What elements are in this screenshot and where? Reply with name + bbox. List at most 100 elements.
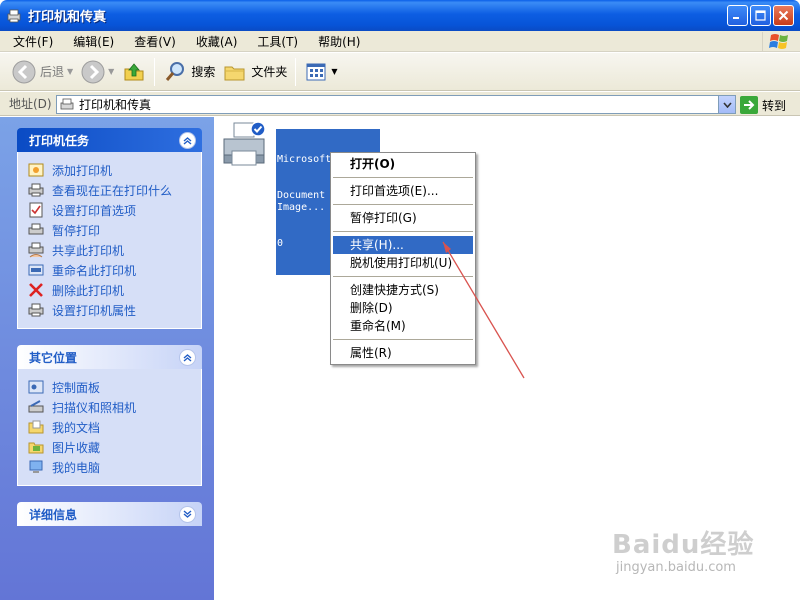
search-icon	[166, 61, 185, 81]
close-button[interactable]	[773, 5, 794, 26]
menu-delete[interactable]: 删除(D)	[331, 299, 475, 317]
scanner-icon	[28, 399, 44, 415]
control-panel-icon	[28, 379, 44, 395]
search-button[interactable]: 搜索	[159, 56, 219, 88]
chevron-up-icon	[183, 353, 192, 362]
menu-tools[interactable]: 工具(T)	[244, 33, 305, 50]
folders-button[interactable]: 文件夹	[219, 56, 291, 88]
place-scanners[interactable]: 扫描仪和照相机	[28, 397, 193, 417]
address-dropdown-button[interactable]	[718, 96, 735, 113]
task-pause[interactable]: 暂停打印	[28, 220, 193, 240]
pause-printer-icon	[28, 222, 44, 238]
properties-icon	[28, 302, 44, 318]
task-label: 控制面板	[52, 380, 101, 395]
menu-bar: 文件(F) 编辑(E) 查看(V) 收藏(A) 工具(T) 帮助(H)	[0, 31, 800, 52]
other-places-title: 其它位置	[29, 350, 78, 365]
task-properties[interactable]: 设置打印机属性	[28, 300, 193, 320]
task-label: 我的电脑	[52, 460, 101, 475]
task-label: 删除此打印机	[52, 283, 125, 298]
my-documents-icon	[28, 419, 44, 435]
menu-share[interactable]: 共享(H)...	[333, 236, 473, 254]
folder-icon	[224, 66, 245, 80]
baidu-watermark: Baidu经验 jingyan.baidu.com	[612, 520, 792, 582]
expand-button[interactable]	[179, 505, 196, 523]
place-my-computer[interactable]: 我的电脑	[28, 457, 193, 477]
menu-favorites[interactable]: 收藏(A)	[183, 33, 245, 50]
task-view-queue[interactable]: 查看现在正在打印什么	[28, 180, 193, 200]
printer-icon	[223, 121, 266, 166]
minimize-button[interactable]	[727, 5, 748, 26]
title-bar: 打印机和传真	[0, 0, 800, 31]
chevron-down-icon	[722, 101, 732, 108]
menu-file[interactable]: 文件(F)	[0, 33, 60, 50]
rename-icon	[28, 262, 44, 278]
collapse-button[interactable]	[179, 348, 196, 366]
menu-rename[interactable]: 重命名(M)	[331, 317, 475, 335]
back-button[interactable]: 后退 ▼	[8, 56, 77, 88]
task-add-printer[interactable]: 添加打印机	[28, 160, 193, 180]
printer-tasks-list: 添加打印机 查看现在正在打印什么 设置打印首选项 暂停打印 共享此打印机 重命名…	[17, 152, 202, 329]
up-folder-icon	[124, 62, 144, 80]
maximize-button[interactable]	[750, 5, 771, 26]
task-preferences[interactable]: 设置打印首选项	[28, 200, 193, 220]
maximize-icon	[755, 10, 766, 21]
collapse-button[interactable]	[179, 131, 196, 149]
address-bar: 地址(D) 打印机和传真 转到	[0, 92, 800, 116]
close-icon	[778, 10, 789, 21]
forward-arrow-icon	[81, 60, 105, 83]
minimize-icon	[733, 17, 739, 19]
toolbar-separator	[295, 57, 297, 86]
address-input[interactable]: 打印机和传真	[56, 95, 736, 114]
share-printer-icon	[28, 242, 44, 258]
menu-view[interactable]: 查看(V)	[121, 33, 183, 50]
menu-create-shortcut[interactable]: 创建快捷方式(S)	[331, 281, 475, 299]
task-pane: 打印机任务 添加打印机 查看现在正在打印什么 设置打印首选项 暂停打印 共享此打…	[0, 117, 214, 600]
details-header[interactable]: 详细信息	[17, 502, 202, 526]
chevron-down-icon	[183, 509, 192, 518]
task-label: 我的文档	[52, 420, 101, 435]
menu-separator	[333, 177, 473, 178]
back-label: 后退	[40, 65, 65, 79]
menu-pause-printing[interactable]: 暂停打印(G)	[331, 209, 475, 227]
back-dropdown-icon[interactable]: ▼	[67, 67, 73, 76]
printer-tasks-header[interactable]: 打印机任务	[17, 128, 202, 152]
task-label: 暂停打印	[52, 223, 101, 238]
place-my-pictures[interactable]: 图片收藏	[28, 437, 193, 457]
toolbar-separator	[154, 57, 156, 86]
task-label: 设置打印机属性	[52, 303, 137, 318]
watermark-url-text: jingyan.baidu.com	[616, 560, 736, 575]
views-icon	[306, 63, 326, 80]
go-button[interactable]: 转到	[740, 96, 786, 114]
task-rename[interactable]: 重命名此打印机	[28, 260, 193, 280]
other-places-header[interactable]: 其它位置	[17, 345, 202, 369]
menu-help[interactable]: 帮助(H)	[305, 33, 367, 50]
place-control-panel[interactable]: 控制面板	[28, 377, 193, 397]
menu-printing-preferences[interactable]: 打印首选项(E)...	[331, 182, 475, 200]
my-pictures-icon	[28, 439, 44, 455]
menu-properties[interactable]: 属性(R)	[331, 344, 475, 362]
task-share[interactable]: 共享此打印机	[28, 240, 193, 260]
search-label: 搜索	[191, 65, 216, 79]
forward-button[interactable]: ▼	[77, 56, 118, 88]
other-places-panel: 其它位置 控制面板 扫描仪和照相机 我的文档 图片收藏 我的电脑	[17, 345, 202, 486]
menu-edit[interactable]: 编辑(E)	[60, 33, 121, 50]
other-places-list: 控制面板 扫描仪和照相机 我的文档 图片收藏 我的电脑	[17, 369, 202, 486]
print-queue-icon	[28, 182, 44, 198]
details-title: 详细信息	[29, 507, 78, 522]
forward-dropdown-icon[interactable]: ▼	[108, 67, 114, 76]
address-value: 打印机和传真	[79, 98, 152, 112]
task-label: 共享此打印机	[52, 243, 125, 258]
printer-folder-icon	[60, 98, 74, 109]
place-my-documents[interactable]: 我的文档	[28, 417, 193, 437]
menu-open[interactable]: 打开(O)	[331, 155, 475, 173]
address-label: 地址(D)	[9, 97, 52, 111]
add-printer-icon	[28, 162, 44, 178]
menu-use-offline[interactable]: 脱机使用打印机(U)	[331, 254, 475, 272]
up-folder-button[interactable]	[118, 56, 150, 88]
go-arrow-icon	[740, 96, 758, 114]
task-delete[interactable]: 删除此打印机	[28, 280, 193, 300]
task-label: 添加打印机	[52, 163, 113, 178]
details-panel: 详细信息	[17, 502, 202, 526]
views-dropdown-icon[interactable]: ▼	[331, 67, 337, 76]
views-button[interactable]: ▼	[300, 56, 341, 88]
